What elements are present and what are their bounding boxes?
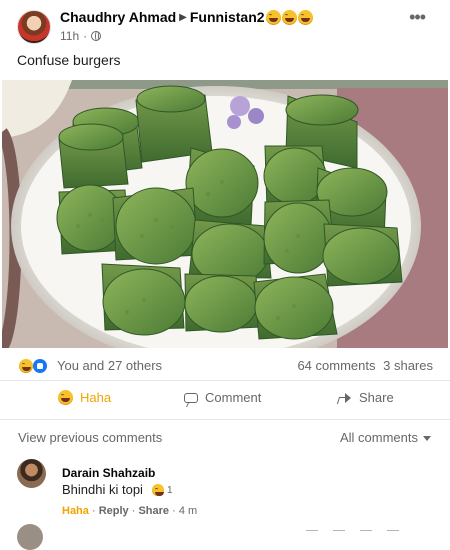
reaction-icons[interactable]: [18, 358, 52, 374]
comment-text: Bhindhi ki topi: [62, 482, 143, 497]
comment-author-name[interactable]: Darain Shahzaib: [62, 466, 155, 480]
haha-button[interactable]: Haha: [57, 390, 111, 405]
author-avatar[interactable]: [17, 10, 51, 44]
separator-dot: ·: [91, 505, 99, 517]
comment-icon: [184, 392, 198, 403]
laughing-emoji-icon: [265, 9, 281, 25]
post-photo[interactable]: [2, 80, 448, 348]
share-count[interactable]: 3 shares: [383, 358, 433, 373]
like-icon: [33, 359, 47, 373]
post-header: Chaudhry Ahmad ▶ Funnistan2 11h · •••: [0, 0, 450, 50]
next-comment-avatar[interactable]: [17, 524, 43, 550]
dropdown-icon: [423, 435, 431, 441]
comment-share-link[interactable]: Share: [138, 505, 169, 517]
post-author-line: Chaudhry Ahmad ▶ Funnistan2: [60, 9, 313, 25]
faint-icon: [387, 530, 399, 536]
comment-reactions[interactable]: 1: [151, 484, 173, 496]
author-name[interactable]: Chaudhry Ahmad: [60, 9, 176, 25]
post-caption: Confuse burgers: [17, 52, 121, 68]
haha-icon: [58, 390, 73, 405]
comment-author-avatar[interactable]: [17, 459, 46, 488]
comment-time: 4 m: [178, 505, 198, 517]
chevron-right-icon: ▶: [179, 11, 187, 23]
comment-filter-dropdown[interactable]: All comments: [340, 430, 431, 445]
reaction-summary-bar: You and 27 others 64 comments 3 shares: [0, 352, 450, 381]
comment-count[interactable]: 64 comments: [297, 358, 375, 373]
globe-icon: [91, 31, 102, 41]
post-actions: Haha Comment Share: [0, 383, 450, 420]
share-button[interactable]: Share: [337, 390, 394, 405]
separator-dot: ·: [83, 29, 88, 43]
separator-dot: ·: [172, 505, 179, 517]
post-stats: 64 comments 3 shares: [293, 358, 433, 373]
faint-icon: [360, 530, 372, 536]
haha-icon: [152, 484, 164, 496]
group-name[interactable]: Funnistan2: [190, 9, 265, 25]
post-time: 11h ·: [60, 29, 102, 43]
reaction-summary[interactable]: You and 27 others: [57, 358, 162, 373]
comment-actions: Haha · Reply · Share · 4 m: [62, 505, 197, 517]
comment-haha-link[interactable]: Haha: [62, 505, 89, 517]
comment-reply-link[interactable]: Reply: [99, 505, 129, 517]
faint-icon: [306, 530, 318, 536]
post-time-text[interactable]: 11h: [60, 29, 79, 43]
view-previous-comments-link[interactable]: View previous comments: [18, 430, 162, 445]
share-icon: [337, 391, 352, 405]
haha-icon: [19, 359, 33, 373]
laughing-emoji-icon: [297, 9, 313, 25]
share-label: Share: [359, 390, 394, 405]
faint-icon: [333, 530, 345, 536]
comment-filter-label: All comments: [339, 430, 418, 445]
photo-image: [2, 80, 448, 348]
comment-reaction-count: 1: [167, 484, 173, 496]
haha-label: Haha: [80, 390, 112, 405]
comment-button[interactable]: Comment: [184, 390, 261, 405]
laughing-emoji-icon: [281, 9, 297, 25]
more-icon[interactable]: •••: [409, 8, 426, 26]
comment-label: Comment: [205, 390, 262, 405]
